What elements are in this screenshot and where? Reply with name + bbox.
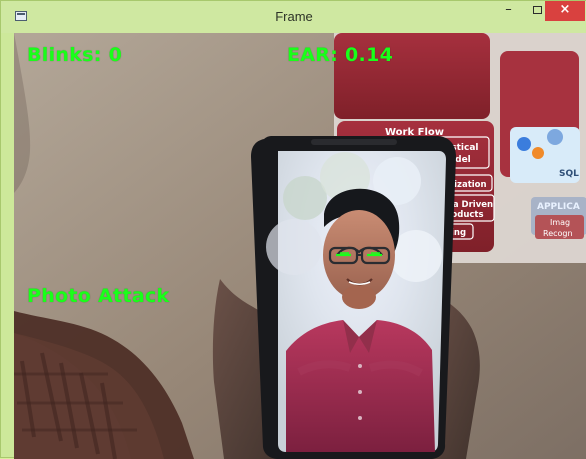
maximize-icon [533,6,542,14]
minimize-button[interactable]: – [494,1,523,21]
poster-image-label: Imag [550,218,570,227]
close-icon: × [559,2,571,17]
poster-application-label: APPLICA [537,202,580,212]
poster-sql-label: SQL [559,169,579,179]
app-window: Frame – × Work Flow Visualization Data D… [0,0,586,459]
close-button[interactable]: × [545,1,585,21]
person-shirt [286,320,435,452]
ear-value-label: EAR: 0.14 [287,44,394,66]
poster-recognition-label: Recogn [543,229,573,238]
camera-feed: Work Flow Statistical Model Visualizatio… [14,33,586,459]
attack-status-label: Photo Attack [27,285,170,307]
camera-scene: Work Flow Statistical Model Visualizatio… [14,33,586,459]
blink-count-label: Blinks: 0 [27,44,123,66]
title-bar[interactable]: Frame – × [1,1,586,33]
minimize-icon: – [505,2,512,17]
